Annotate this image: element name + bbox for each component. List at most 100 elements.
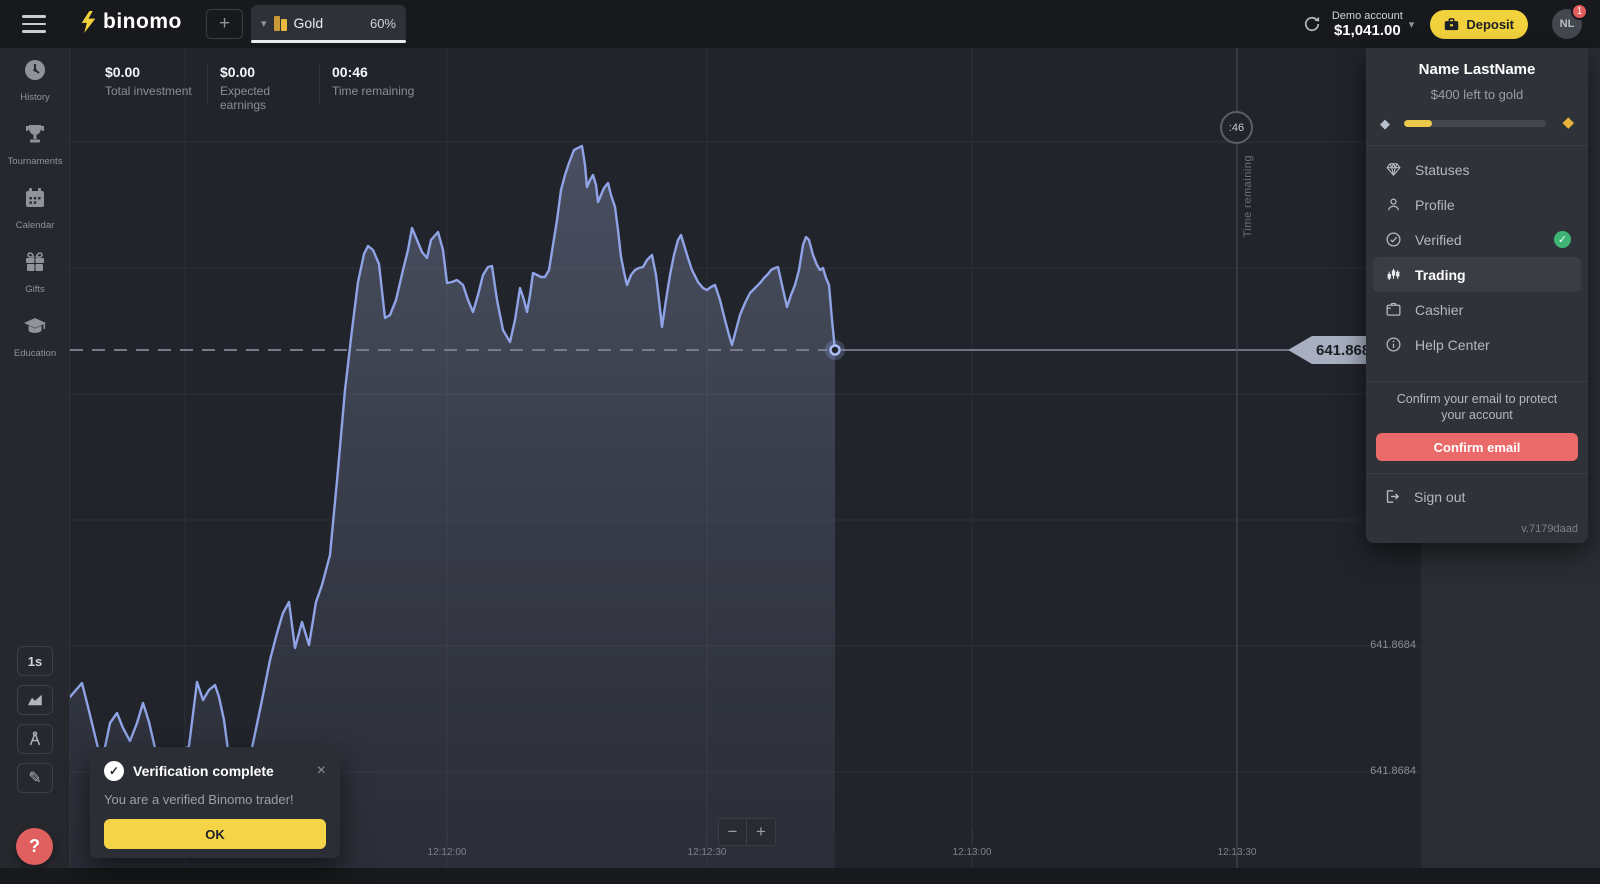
sidebar-item-history[interactable]: History xyxy=(0,48,70,112)
app-version: v.7179daad xyxy=(1521,523,1578,535)
check-circle-icon xyxy=(1384,231,1402,249)
price-axis-label: 641.8684 xyxy=(1300,639,1416,651)
account-menu-item-help-center[interactable]: Help Center xyxy=(1373,327,1581,362)
calendar-icon xyxy=(23,186,47,215)
chevron-down-icon[interactable]: ▾ xyxy=(261,17,267,30)
asset-name: Gold xyxy=(294,15,324,31)
left-sidebar: History Tournaments Calendar Gifts Educa… xyxy=(0,48,70,884)
asset-payout: 60% xyxy=(370,16,396,31)
time-axis-tick xyxy=(447,828,448,844)
asset-tab-gold[interactable]: ▾ Gold 60% xyxy=(251,5,406,41)
account-menu-item-cashier[interactable]: Cashier xyxy=(1373,292,1581,327)
toast-body: You are a verified Binomo trader! xyxy=(104,792,326,807)
stat-expected-earnings: $0.00 Expected earnings xyxy=(220,64,319,112)
briefcase-icon xyxy=(1444,18,1459,31)
progress-track xyxy=(1404,120,1546,127)
toast-ok-button[interactable]: OK xyxy=(104,819,326,849)
silver-diamond-icon: ◆ xyxy=(1380,117,1390,130)
status-progress-bar: ◆ ◆ xyxy=(1380,116,1574,132)
zoom-controls: − + xyxy=(718,818,776,846)
drawing-button[interactable]: ✎ xyxy=(17,763,53,793)
sidebar-nav: History Tournaments Calendar Gifts Educa… xyxy=(0,48,69,368)
account-balance: $1,041.00 xyxy=(1332,22,1403,39)
divider xyxy=(1366,381,1588,382)
timeframe-button[interactable]: 1s xyxy=(17,646,53,676)
sidebar-item-calendar[interactable]: Calendar xyxy=(0,176,70,240)
sidebar-item-tournaments[interactable]: Tournaments xyxy=(0,112,70,176)
timer-badge: :46 xyxy=(1220,111,1253,144)
time-axis-label: 12:12:30 xyxy=(667,847,747,858)
account-menu-item-statuses[interactable]: Statuses xyxy=(1373,152,1581,187)
refresh-icon[interactable] xyxy=(1302,14,1322,34)
user-name: Name LastName xyxy=(1366,61,1588,78)
info-icon xyxy=(1384,336,1402,354)
divider xyxy=(207,64,208,104)
account-menu-list: Statuses Profile Verified ✓ Trading Cash… xyxy=(1366,146,1588,368)
compass-icon xyxy=(26,730,44,748)
logo-text: binomo xyxy=(103,10,182,34)
binomo-logo: binomo xyxy=(80,10,182,34)
check-circle-icon: ✓ xyxy=(104,761,124,781)
sidebar-item-gifts[interactable]: Gifts xyxy=(0,240,70,304)
deposit-button[interactable]: Deposit xyxy=(1430,10,1528,39)
history-icon xyxy=(23,58,47,87)
progress-fill xyxy=(1404,120,1432,127)
time-axis-tick xyxy=(972,828,973,844)
divider xyxy=(319,64,320,104)
stat-time-remaining: 00:46 Time remaining xyxy=(332,64,422,112)
candles-icon xyxy=(1384,266,1402,284)
time-axis-tick xyxy=(1237,828,1238,844)
trade-stats: $0.00 Total investment $0.00 Expected ea… xyxy=(105,64,422,112)
price-chart[interactable] xyxy=(70,48,1421,868)
account-menu-item-profile[interactable]: Profile xyxy=(1373,187,1581,222)
chart-tools: 1s ✎ xyxy=(0,646,70,793)
pencil-icon: ✎ xyxy=(28,768,41,788)
toast-title: Verification complete xyxy=(133,763,274,779)
time-axis-label: 12:12:00 xyxy=(407,847,487,858)
gifts-icon xyxy=(23,250,47,279)
account-dropdown: Name LastName $400 left to gold ◆ ◆ Stat… xyxy=(1366,48,1588,543)
status-progress-text: $400 left to gold xyxy=(1366,87,1588,102)
chevron-down-icon[interactable]: ▾ xyxy=(1409,18,1415,31)
top-bar: binomo + ▾ Gold 60% Demo account $1,041.… xyxy=(0,0,1600,48)
sign-out-button[interactable]: Sign out xyxy=(1384,488,1588,505)
zoom-in-button[interactable]: + xyxy=(747,818,776,846)
zoom-out-button[interactable]: − xyxy=(718,818,747,846)
new-asset-tab-button[interactable]: + xyxy=(206,9,243,39)
bottom-strip xyxy=(0,868,1600,884)
time-axis-label: 12:13:00 xyxy=(932,847,1012,858)
hamburger-menu-icon[interactable] xyxy=(22,15,48,33)
price-axis-label: 641.8684 xyxy=(1300,765,1416,777)
account-type-label: Demo account xyxy=(1332,10,1403,22)
divider xyxy=(1366,473,1588,474)
deposit-label: Deposit xyxy=(1466,17,1514,32)
area-chart-icon xyxy=(26,691,44,709)
help-button[interactable]: ? xyxy=(16,828,53,865)
wallet-icon xyxy=(1384,301,1402,319)
chart-type-button[interactable] xyxy=(17,685,53,715)
user-avatar[interactable]: NL 1 xyxy=(1552,9,1582,39)
time-axis-tick xyxy=(707,828,708,844)
gold-diamond-icon: ◆ xyxy=(1562,116,1574,129)
notification-badge: 1 xyxy=(1571,3,1588,20)
close-icon[interactable]: × xyxy=(317,763,326,779)
verified-badge-icon: ✓ xyxy=(1554,231,1571,248)
verification-toast: ✓ Verification complete × You are a veri… xyxy=(90,747,340,858)
gem-icon xyxy=(1384,161,1402,179)
gold-asset-icon xyxy=(274,16,287,31)
timer-axis-label: Time remaining xyxy=(1242,155,1254,237)
lightning-icon xyxy=(80,10,97,34)
confirm-email-note: Confirm your email to protect your accou… xyxy=(1384,392,1570,423)
sidebar-item-education[interactable]: Education xyxy=(0,304,70,368)
binomo-trading-app: binomo + ▾ Gold 60% Demo account $1,041.… xyxy=(0,0,1600,884)
confirm-email-button[interactable]: Confirm email xyxy=(1376,433,1578,461)
person-icon xyxy=(1384,196,1402,214)
stat-total-investment: $0.00 Total investment xyxy=(105,64,207,112)
indicators-button[interactable] xyxy=(17,724,53,754)
tournaments-icon xyxy=(23,122,47,151)
education-icon xyxy=(23,314,47,343)
account-menu-item-verified[interactable]: Verified ✓ xyxy=(1373,222,1581,257)
time-axis-label: 12:13:30 xyxy=(1197,847,1277,858)
account-switcher[interactable]: Demo account $1,041.00 xyxy=(1332,10,1403,39)
account-menu-item-trading[interactable]: Trading xyxy=(1373,257,1581,292)
